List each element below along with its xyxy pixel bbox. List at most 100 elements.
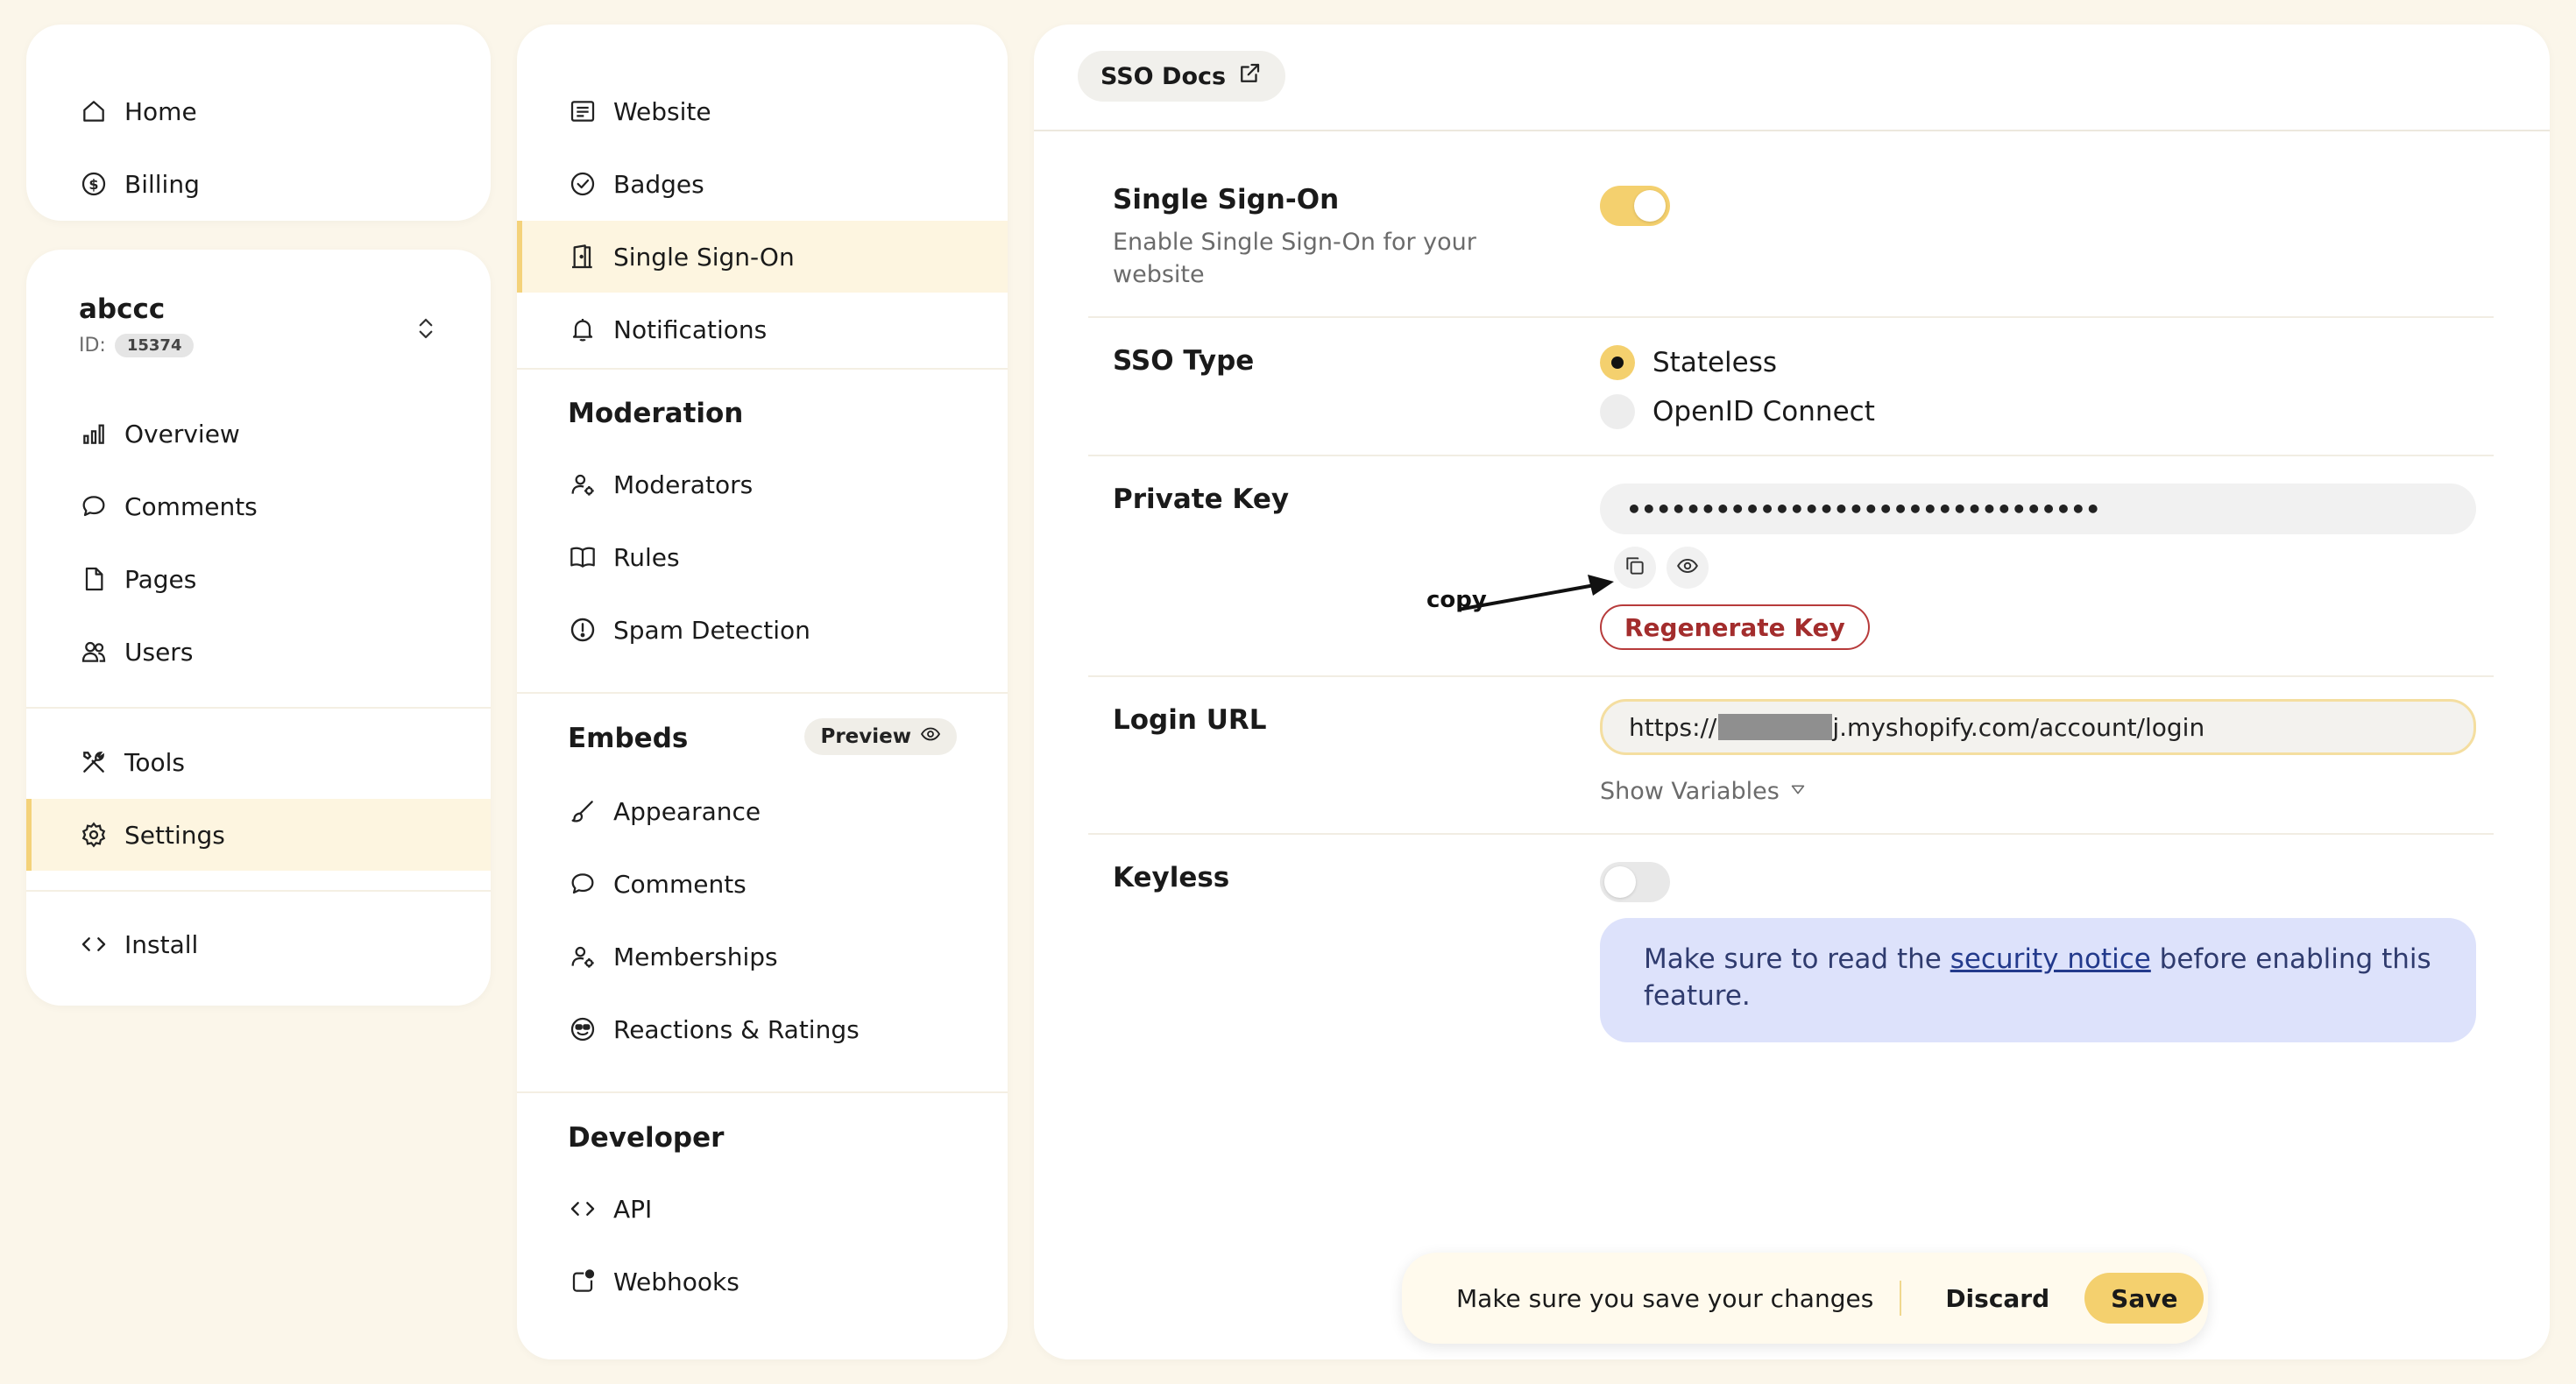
- regenerate-key-button[interactable]: Regenerate Key: [1600, 604, 1870, 650]
- row-divider: [1088, 316, 2494, 318]
- menu-spam-detection[interactable]: Spam Detection: [517, 594, 1008, 666]
- radio-stateless-label: Stateless: [1652, 347, 1778, 378]
- radio-openid-connect-label: OpenID Connect: [1652, 396, 1875, 427]
- nav-home-label: Home: [124, 96, 197, 126]
- webhook-icon: [568, 1267, 598, 1296]
- radio-stateless[interactable]: Stateless: [1600, 345, 1777, 380]
- embeds-preview-button[interactable]: Preview: [804, 718, 957, 755]
- menu-reactions-ratings[interactable]: Reactions & Ratings: [517, 993, 1008, 1065]
- bar-chart-icon: [79, 419, 109, 448]
- redacted-block: [1718, 714, 1833, 740]
- menu-rules-label: Rules: [613, 542, 680, 572]
- menu-memberships-label: Memberships: [613, 942, 778, 971]
- nav-billing-label: Billing: [124, 169, 200, 199]
- embeds-heading: Embeds: [568, 723, 689, 754]
- gear-icon: [79, 820, 109, 850]
- nav-install[interactable]: Install: [26, 908, 491, 980]
- svg-text:$: $: [88, 176, 98, 193]
- nav-overview[interactable]: Overview: [26, 398, 491, 470]
- menu-webhooks-label: Webhooks: [613, 1267, 740, 1296]
- badge-icon: [568, 169, 598, 199]
- nav-users[interactable]: Users: [26, 616, 491, 688]
- users-icon: [79, 637, 109, 667]
- show-key-button[interactable]: [1667, 547, 1709, 589]
- sso-enabled-toggle[interactable]: [1600, 186, 1670, 226]
- row-divider: [1088, 675, 2494, 677]
- comment-icon: [568, 869, 598, 899]
- menu-embed-comments-label: Comments: [613, 869, 747, 899]
- menu-webhooks[interactable]: Webhooks: [517, 1246, 1008, 1317]
- smiley-icon: [568, 1014, 598, 1044]
- eye-icon: [1676, 554, 1699, 581]
- nav-install-label: Install: [124, 929, 199, 959]
- show-variables-toggle[interactable]: Show Variables: [1600, 778, 1808, 805]
- menu-badges[interactable]: Badges: [517, 148, 1008, 220]
- menu-reactions-ratings-label: Reactions & Ratings: [613, 1014, 860, 1044]
- nav-home[interactable]: Home: [26, 75, 491, 147]
- private-key-value: ••••••••••••••••••••••••••••••••: [1626, 494, 2101, 524]
- door-icon: [568, 242, 598, 272]
- save-button[interactable]: Save: [2084, 1273, 2204, 1324]
- menu-badges-label: Badges: [613, 169, 704, 199]
- divider: [26, 707, 491, 709]
- unsaved-changes-message: Make sure you save your changes: [1456, 1283, 1874, 1313]
- security-notice-link[interactable]: security notice: [1950, 943, 2151, 975]
- moderator-icon: [568, 470, 598, 499]
- nav-settings-label: Settings: [124, 820, 225, 850]
- login-url-title: Login URL: [1113, 704, 1267, 736]
- brush-icon: [568, 796, 598, 826]
- discard-button[interactable]: Discard: [1945, 1284, 2049, 1313]
- private-key-field[interactable]: ••••••••••••••••••••••••••••••••: [1600, 484, 2476, 534]
- login-url-input[interactable]: https:// j.myshopify.com/account/login: [1600, 699, 2476, 755]
- comment-icon: [79, 491, 109, 521]
- embeds-preview-label: Preview: [820, 725, 911, 748]
- toggle-knob: [1634, 190, 1666, 222]
- moderation-heading: Moderation: [568, 398, 744, 429]
- nav-pages[interactable]: Pages: [26, 543, 491, 615]
- menu-memberships[interactable]: Memberships: [517, 921, 1008, 992]
- menu-rules[interactable]: Rules: [517, 521, 1008, 593]
- keyless-toggle[interactable]: [1600, 862, 1670, 902]
- nav-comments[interactable]: Comments: [26, 470, 491, 542]
- radio-openid-connect[interactable]: OpenID Connect: [1600, 394, 1875, 429]
- sso-docs-button[interactable]: SSO Docs: [1078, 51, 1286, 102]
- menu-api-label: API: [613, 1194, 653, 1224]
- menu-moderators[interactable]: Moderators: [517, 448, 1008, 520]
- menu-embed-comments[interactable]: Comments: [517, 848, 1008, 920]
- tools-icon: [79, 747, 109, 777]
- keyless-title: Keyless: [1113, 862, 1230, 893]
- menu-notifications[interactable]: Notifications: [517, 293, 1008, 365]
- nav-comments-label: Comments: [124, 491, 258, 521]
- main-nav-card: Home $ Billing: [26, 25, 491, 221]
- divider: [517, 368, 1008, 370]
- copy-icon: [1624, 554, 1646, 581]
- nav-settings[interactable]: Settings: [26, 799, 491, 871]
- home-icon: [79, 96, 109, 126]
- nav-billing[interactable]: $ Billing: [26, 148, 491, 220]
- menu-appearance[interactable]: Appearance: [517, 775, 1008, 847]
- dollar-icon: $: [79, 169, 109, 199]
- sso-title: Single Sign-On: [1113, 184, 1340, 215]
- login-url-suffix: j.myshopify.com/account/login: [1832, 712, 2205, 742]
- menu-api[interactable]: API: [517, 1173, 1008, 1245]
- menu-spam-detection-label: Spam Detection: [613, 615, 810, 645]
- site-switcher-chevron-icon[interactable]: [408, 311, 443, 346]
- notice-text-before: Make sure to read the: [1644, 943, 1950, 975]
- divider: [26, 890, 491, 892]
- nav-users-label: Users: [124, 637, 194, 667]
- alert-icon: [568, 615, 598, 645]
- site-nav-card: abccc ID: 15374 Overview Comments Pages …: [26, 250, 491, 1006]
- site-id: ID: 15374: [79, 334, 195, 357]
- header-divider: [1034, 130, 2550, 131]
- menu-single-sign-on[interactable]: Single Sign-On: [517, 221, 1008, 293]
- menu-website-label: Website: [613, 96, 711, 126]
- menu-notifications-label: Notifications: [613, 314, 768, 344]
- sso-description: Enable Single Sign-On for your website: [1113, 229, 1476, 288]
- chevron-down-icon: [1788, 778, 1808, 805]
- radio-selected-indicator: [1600, 345, 1635, 380]
- toggle-knob: [1604, 866, 1636, 898]
- copy-annotation-label: copy: [1426, 587, 1487, 613]
- menu-website[interactable]: Website: [517, 75, 1008, 147]
- nav-pages-label: Pages: [124, 564, 197, 594]
- nav-tools[interactable]: Tools: [26, 726, 491, 798]
